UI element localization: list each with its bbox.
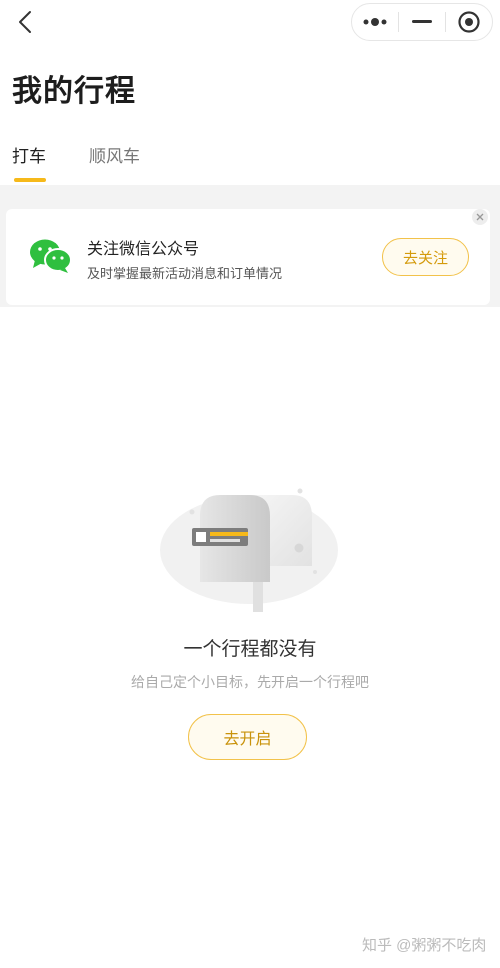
tab-carpool[interactable]: 顺风车 [89, 142, 140, 167]
back-icon [19, 11, 31, 33]
miniprogram-capsule [351, 3, 493, 41]
follow-button[interactable]: 去关注 [382, 238, 469, 276]
tab-taxi[interactable]: 打车 [12, 142, 46, 167]
start-trip-button[interactable]: 去开启 [188, 714, 307, 760]
page-title: 我的行程 [12, 75, 136, 108]
close-miniprogram-button[interactable] [446, 4, 492, 40]
mailbox-illustration [154, 482, 344, 612]
banner-title: 关注微信公众号 [87, 241, 200, 258]
minimize-button[interactable] [399, 4, 445, 40]
empty-state-subtitle: 给自己定个小目标，先开启一个行程吧 [131, 674, 369, 690]
empty-state-title: 一个行程都没有 [183, 639, 317, 660]
watermark: 知乎 @粥粥不吃肉 [362, 937, 487, 954]
minimize-icon [412, 20, 432, 23]
close-target-icon [458, 11, 480, 33]
wechat-icon [29, 238, 73, 274]
more-button[interactable] [352, 4, 398, 40]
banner-subtitle: 及时掌握最新活动消息和订单情况 [87, 266, 283, 281]
tab-bar: 打车 顺风车 [0, 136, 500, 186]
back-button[interactable] [12, 8, 40, 36]
top-bar [0, 0, 500, 48]
banner-close-button[interactable] [472, 209, 488, 225]
banner-close-icon [476, 213, 484, 221]
more-dots-icon [363, 18, 387, 26]
active-tab-indicator [14, 178, 46, 182]
